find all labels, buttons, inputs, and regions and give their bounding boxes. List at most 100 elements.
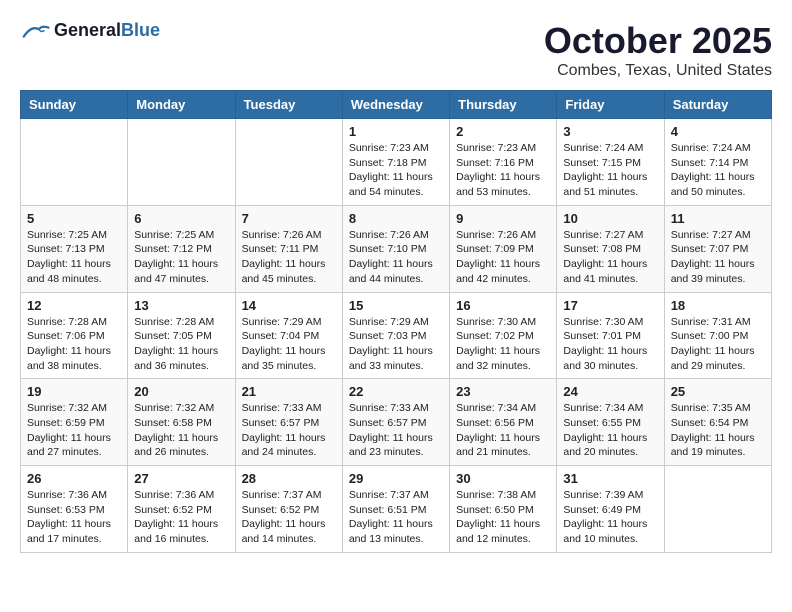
day-info: Sunrise: 7:27 AM Sunset: 7:07 PM Dayligh… (671, 228, 765, 287)
column-header-wednesday: Wednesday (342, 91, 449, 119)
calendar-cell: 10 Sunrise: 7:27 AM Sunset: 7:08 PM Dayli… (557, 205, 664, 292)
day-number: 5 (27, 211, 121, 226)
day-number: 1 (349, 124, 443, 139)
column-header-thursday: Thursday (450, 91, 557, 119)
calendar-cell: 9Sunrise: 7:26 AM Sunset: 7:09 PM Daylig… (450, 205, 557, 292)
calendar-cell: 16 Sunrise: 7:30 AM Sunset: 7:02 PM Dayli… (450, 292, 557, 379)
calendar-cell (664, 466, 771, 553)
day-info: Sunrise: 7:34 AM Sunset: 6:56 PM Dayligh… (456, 401, 550, 460)
column-header-tuesday: Tuesday (235, 91, 342, 119)
calendar-cell: 30 Sunrise: 7:38 AM Sunset: 6:50 PM Dayli… (450, 466, 557, 553)
day-info: Sunrise: 7:33 AM Sunset: 6:57 PM Dayligh… (242, 401, 336, 460)
day-info: Sunrise: 7:31 AM Sunset: 7:00 PM Dayligh… (671, 315, 765, 374)
day-number: 22 (349, 384, 443, 399)
day-info: Sunrise: 7:39 AM Sunset: 6:49 PM Dayligh… (563, 488, 657, 547)
day-number: 25 (671, 384, 765, 399)
calendar-cell: 18Sunrise: 7:31 AM Sunset: 7:00 PM Dayli… (664, 292, 771, 379)
calendar-cell: 13 Sunrise: 7:28 AM Sunset: 7:05 PM Dayli… (128, 292, 235, 379)
calendar-cell: 15 Sunrise: 7:29 AM Sunset: 7:03 PM Dayli… (342, 292, 449, 379)
day-number: 27 (134, 471, 228, 486)
location-text: Combes, Texas, United States (544, 62, 772, 80)
calendar-cell (128, 119, 235, 206)
day-number: 13 (134, 298, 228, 313)
day-number: 17 (563, 298, 657, 313)
day-info: Sunrise: 7:29 AM Sunset: 7:04 PM Dayligh… (242, 315, 336, 374)
day-number: 12 (27, 298, 121, 313)
day-info: Sunrise: 7:25 AM Sunset: 7:13 PM Dayligh… (27, 228, 121, 287)
day-info: Sunrise: 7:28 AM Sunset: 7:06 PM Dayligh… (27, 315, 121, 374)
calendar-cell: 11Sunrise: 7:27 AM Sunset: 7:07 PM Dayli… (664, 205, 771, 292)
day-number: 16 (456, 298, 550, 313)
column-header-sunday: Sunday (21, 91, 128, 119)
calendar-cell: 20Sunrise: 7:32 AM Sunset: 6:58 PM Dayli… (128, 379, 235, 466)
day-number: 8 (349, 211, 443, 226)
day-info: Sunrise: 7:26 AM Sunset: 7:10 PM Dayligh… (349, 228, 443, 287)
day-number: 3 (563, 124, 657, 139)
day-number: 7 (242, 211, 336, 226)
calendar-week-row: 5 Sunrise: 7:25 AM Sunset: 7:13 PM Daylig… (21, 205, 772, 292)
day-info: Sunrise: 7:37 AM Sunset: 6:51 PM Dayligh… (349, 488, 443, 547)
day-number: 31 (563, 471, 657, 486)
day-info: Sunrise: 7:30 AM Sunset: 7:02 PM Dayligh… (456, 315, 550, 374)
day-number: 28 (242, 471, 336, 486)
day-info: Sunrise: 7:34 AM Sunset: 6:55 PM Dayligh… (563, 401, 657, 460)
day-info: Sunrise: 7:24 AM Sunset: 7:15 PM Dayligh… (563, 141, 657, 200)
calendar-week-row: 19 Sunrise: 7:32 AM Sunset: 6:59 PM Dayli… (21, 379, 772, 466)
day-info: Sunrise: 7:36 AM Sunset: 6:52 PM Dayligh… (134, 488, 228, 547)
day-number: 4 (671, 124, 765, 139)
logo-text: GeneralBlue (54, 20, 160, 41)
day-info: Sunrise: 7:23 AM Sunset: 7:18 PM Dayligh… (349, 141, 443, 200)
calendar-cell: 7Sunrise: 7:26 AM Sunset: 7:11 PM Daylig… (235, 205, 342, 292)
day-number: 9 (456, 211, 550, 226)
calendar-cell: 24 Sunrise: 7:34 AM Sunset: 6:55 PM Dayli… (557, 379, 664, 466)
day-number: 19 (27, 384, 121, 399)
logo-bird-icon (20, 21, 50, 41)
calendar-cell: 2Sunrise: 7:23 AM Sunset: 7:16 PM Daylig… (450, 119, 557, 206)
day-info: Sunrise: 7:30 AM Sunset: 7:01 PM Dayligh… (563, 315, 657, 374)
day-info: Sunrise: 7:33 AM Sunset: 6:57 PM Dayligh… (349, 401, 443, 460)
day-info: Sunrise: 7:25 AM Sunset: 7:12 PM Dayligh… (134, 228, 228, 287)
day-info: Sunrise: 7:27 AM Sunset: 7:08 PM Dayligh… (563, 228, 657, 287)
day-number: 24 (563, 384, 657, 399)
day-info: Sunrise: 7:24 AM Sunset: 7:14 PM Dayligh… (671, 141, 765, 200)
calendar-week-row: 1 Sunrise: 7:23 AM Sunset: 7:18 PM Daylig… (21, 119, 772, 206)
day-number: 30 (456, 471, 550, 486)
calendar-cell: 28 Sunrise: 7:37 AM Sunset: 6:52 PM Dayli… (235, 466, 342, 553)
column-header-saturday: Saturday (664, 91, 771, 119)
calendar-table: SundayMondayTuesdayWednesdayThursdayFrid… (20, 90, 772, 553)
calendar-cell: 14 Sunrise: 7:29 AM Sunset: 7:04 PM Dayli… (235, 292, 342, 379)
day-info: Sunrise: 7:29 AM Sunset: 7:03 PM Dayligh… (349, 315, 443, 374)
calendar-cell: 25Sunrise: 7:35 AM Sunset: 6:54 PM Dayli… (664, 379, 771, 466)
day-number: 14 (242, 298, 336, 313)
day-number: 6 (134, 211, 228, 226)
day-number: 29 (349, 471, 443, 486)
day-number: 15 (349, 298, 443, 313)
day-number: 26 (27, 471, 121, 486)
column-header-monday: Monday (128, 91, 235, 119)
day-number: 21 (242, 384, 336, 399)
header: GeneralBlue October 2025 Combes, Texas, … (20, 20, 772, 80)
day-number: 20 (134, 384, 228, 399)
day-info: Sunrise: 7:38 AM Sunset: 6:50 PM Dayligh… (456, 488, 550, 547)
column-header-friday: Friday (557, 91, 664, 119)
day-info: Sunrise: 7:32 AM Sunset: 6:59 PM Dayligh… (27, 401, 121, 460)
calendar-cell: 21 Sunrise: 7:33 AM Sunset: 6:57 PM Dayli… (235, 379, 342, 466)
calendar-cell: 23 Sunrise: 7:34 AM Sunset: 6:56 PM Dayli… (450, 379, 557, 466)
calendar-week-row: 12 Sunrise: 7:28 AM Sunset: 7:06 PM Dayli… (21, 292, 772, 379)
calendar-cell: 6 Sunrise: 7:25 AM Sunset: 7:12 PM Daylig… (128, 205, 235, 292)
calendar-cell: 12 Sunrise: 7:28 AM Sunset: 7:06 PM Dayli… (21, 292, 128, 379)
day-number: 10 (563, 211, 657, 226)
calendar-cell: 5 Sunrise: 7:25 AM Sunset: 7:13 PM Daylig… (21, 205, 128, 292)
calendar-cell: 8 Sunrise: 7:26 AM Sunset: 7:10 PM Daylig… (342, 205, 449, 292)
day-info: Sunrise: 7:37 AM Sunset: 6:52 PM Dayligh… (242, 488, 336, 547)
day-info: Sunrise: 7:36 AM Sunset: 6:53 PM Dayligh… (27, 488, 121, 547)
day-info: Sunrise: 7:28 AM Sunset: 7:05 PM Dayligh… (134, 315, 228, 374)
calendar-cell: 29 Sunrise: 7:37 AM Sunset: 6:51 PM Dayli… (342, 466, 449, 553)
calendar-cell: 1 Sunrise: 7:23 AM Sunset: 7:18 PM Daylig… (342, 119, 449, 206)
day-number: 23 (456, 384, 550, 399)
calendar-cell: 22 Sunrise: 7:33 AM Sunset: 6:57 PM Dayli… (342, 379, 449, 466)
calendar-cell: 17 Sunrise: 7:30 AM Sunset: 7:01 PM Dayli… (557, 292, 664, 379)
day-info: Sunrise: 7:23 AM Sunset: 7:16 PM Dayligh… (456, 141, 550, 200)
calendar-cell: 26 Sunrise: 7:36 AM Sunset: 6:53 PM Dayli… (21, 466, 128, 553)
calendar-cell (21, 119, 128, 206)
